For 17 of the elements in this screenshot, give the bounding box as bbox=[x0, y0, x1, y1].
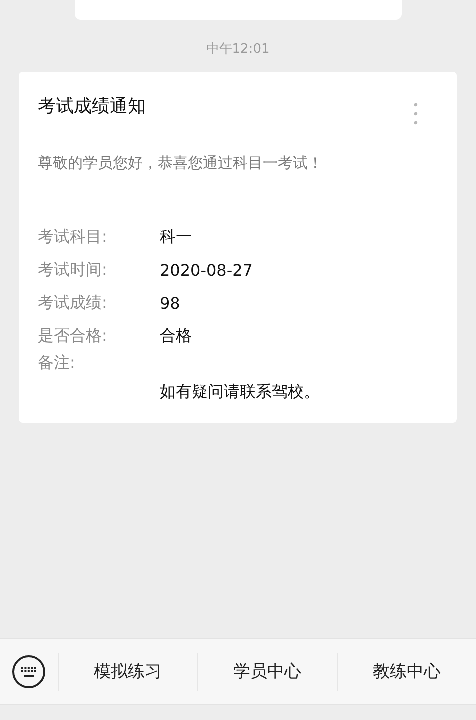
field-value: 科一 bbox=[160, 227, 192, 248]
menu-button[interactable]: 学员中心 bbox=[198, 652, 338, 690]
menu-button[interactable]: 模拟练习 bbox=[59, 652, 198, 690]
field-label: 是否合格: bbox=[38, 326, 108, 347]
field-label: 考试时间: bbox=[38, 260, 108, 281]
field-label: 备注: bbox=[38, 353, 76, 374]
timestamp: 中午12:01 bbox=[206, 41, 270, 58]
keyboard-icon[interactable] bbox=[12, 654, 46, 688]
field-label: 考试成绩: bbox=[38, 293, 108, 314]
field-value: 合格 bbox=[160, 326, 192, 347]
field-value: 98 bbox=[160, 294, 180, 313]
field-value: 如有疑问请联系驾校。 bbox=[160, 382, 320, 403]
greeting-text: 尊敬的学员您好，恭喜您通过科目一考试！ bbox=[38, 154, 324, 173]
menu-button[interactable]: 教练中心 bbox=[338, 652, 476, 690]
card-title: 考试成绩通知 bbox=[38, 95, 146, 118]
field-value: 2020-08-27 bbox=[160, 261, 253, 280]
field-label: 考试科目: bbox=[38, 227, 108, 248]
